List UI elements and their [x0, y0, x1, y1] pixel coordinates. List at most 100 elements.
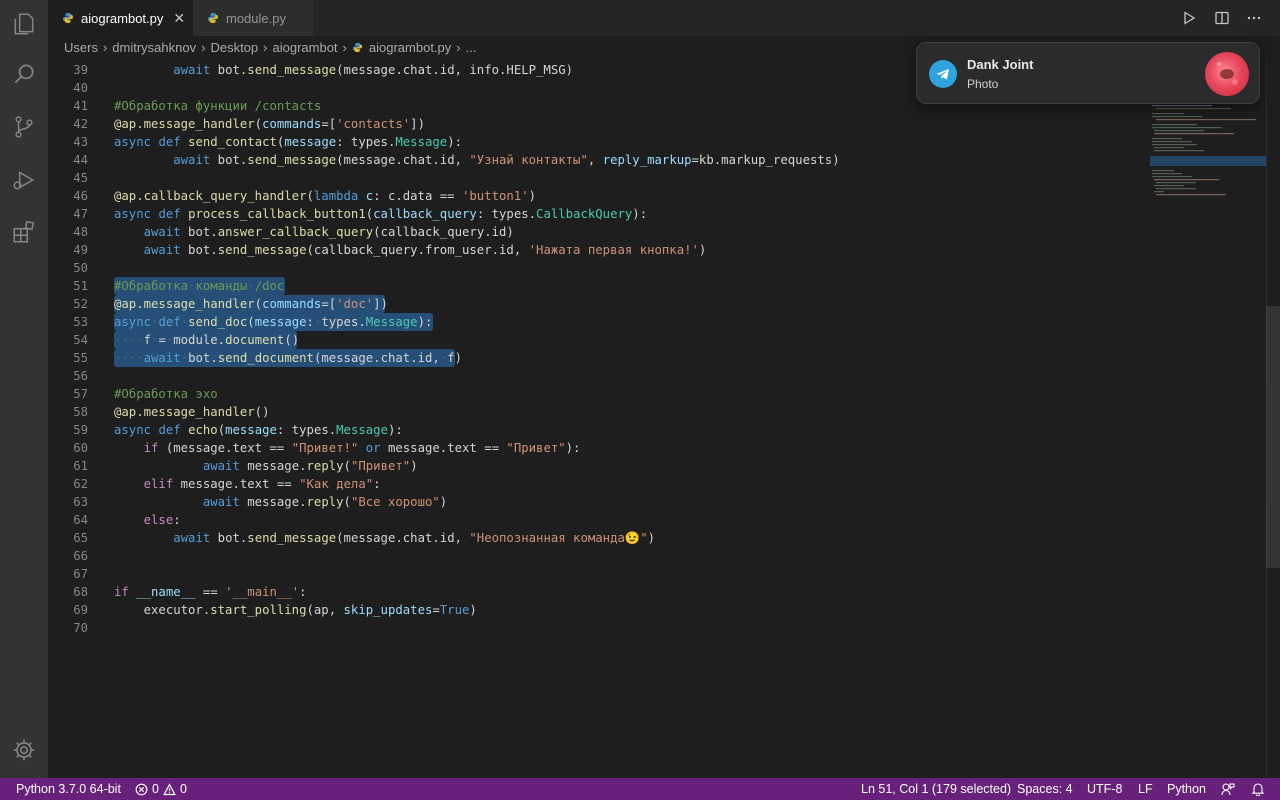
code-line: 49 await bot.send_message(callback_query…: [48, 241, 1148, 259]
tab-bar: aiogrambot.py ✕ module.py: [48, 0, 1280, 36]
extensions-icon[interactable]: [0, 208, 48, 256]
code-line: 48 await bot.answer_callback_query(callb…: [48, 223, 1148, 241]
indentation[interactable]: Spaces: 4: [1017, 778, 1073, 800]
code-line: 50: [48, 259, 1148, 277]
split-editor-icon[interactable]: [1212, 8, 1232, 28]
language-mode[interactable]: Python: [1167, 778, 1206, 800]
search-icon[interactable]: [0, 50, 48, 98]
status-bar: Python 3.7.0 64-bit 0 0 Ln 51, Col 1 (17…: [0, 778, 1280, 800]
code-text: @ap.message_handler(commands=['doc']): [114, 297, 388, 311]
vertical-scrollbar[interactable]: [1266, 306, 1280, 568]
line-number: 70: [73, 621, 88, 635]
code-line: 42 @ap.message_handler(commands=['contact…: [48, 115, 1148, 133]
tab-aiogrambot[interactable]: aiogrambot.py ✕: [48, 0, 193, 36]
code-line: 45: [48, 169, 1148, 187]
error-count: 0: [152, 782, 159, 796]
code-line: 61 await message.reply("Привет"): [48, 457, 1148, 475]
problems-indicator[interactable]: 0 0: [135, 778, 187, 800]
code-text: await bot.answer_callback_query(callback…: [143, 225, 514, 239]
telegram-notification[interactable]: Dank Joint Photo: [916, 42, 1260, 104]
code-line: 66: [48, 547, 1148, 565]
code-text: await bot.send_message(message.chat.id, …: [173, 531, 655, 545]
tab-label: aiogrambot.py: [81, 10, 164, 26]
run-icon[interactable]: [1179, 8, 1199, 28]
line-number: 44: [73, 153, 88, 167]
code-line: 55 ····await·bot.send_document(message.ch…: [48, 349, 1148, 367]
code-text: async def send_contact(message: types.Me…: [114, 135, 463, 149]
line-ending[interactable]: LF: [1138, 778, 1153, 800]
line-number: 47: [73, 207, 88, 221]
line-number: 62: [73, 477, 88, 491]
warning-icon: [163, 782, 176, 795]
code-text: await bot.send_message(callback_query.fr…: [143, 243, 707, 257]
breadcrumb-symbol[interactable]: ...: [466, 40, 477, 55]
code-editor[interactable]: 39 await bot.send_message(message.chat.i…: [48, 58, 1280, 778]
breadcrumb-users[interactable]: Users: [64, 40, 98, 55]
chevron-right-icon: ›: [456, 39, 461, 55]
notification-subtitle: Photo: [967, 77, 999, 91]
code-line: 62 elif message.text == "Как дела":: [48, 475, 1148, 493]
tab-module[interactable]: module.py: [193, 0, 313, 36]
line-number: 59: [73, 423, 88, 437]
chevron-right-icon: ›: [201, 39, 206, 55]
python-file-icon: [63, 13, 73, 23]
minimap[interactable]: [1150, 100, 1266, 200]
code-text: if (message.text == "Привет!" or message…: [143, 441, 581, 455]
notification-title: Dank Joint: [967, 57, 1034, 72]
line-number: 57: [73, 387, 88, 401]
notification-photo-thumbnail: [1205, 52, 1249, 96]
source-control-icon[interactable]: [0, 103, 48, 151]
line-number: 68: [73, 585, 88, 599]
activity-bar: [0, 0, 48, 778]
explorer-icon[interactable]: [0, 0, 48, 48]
settings-gear-icon[interactable]: [0, 726, 48, 774]
code-text: @ap.message_handler(commands=['contacts'…: [114, 117, 425, 131]
chevron-right-icon: ›: [263, 39, 268, 55]
code-line: 51 #Обработка·команды·/doc: [48, 277, 1148, 295]
code-line: 58 @ap.message_handler(): [48, 403, 1148, 421]
python-interpreter[interactable]: Python 3.7.0 64-bit: [16, 778, 121, 800]
code-line: 47 async def process_callback_button1(cal…: [48, 205, 1148, 223]
line-number: 43: [73, 135, 88, 149]
code-text: @ap.callback_query_handler(lambda c: c.d…: [114, 189, 537, 203]
notifications-bell-icon[interactable]: [1251, 778, 1265, 800]
line-number: 45: [73, 171, 88, 185]
code-line: 46 @ap.callback_query_handler(lambda c: c…: [48, 187, 1148, 205]
code-text: #Обработка эхо: [114, 387, 218, 401]
run-debug-icon[interactable]: [0, 156, 48, 204]
code-line: 63 await message.reply("Все хорошо"): [48, 493, 1148, 511]
code-line: 64 else:: [48, 511, 1148, 529]
line-number: 56: [73, 369, 88, 383]
cursor-position[interactable]: Ln 51, Col 1 (179 selected): [861, 778, 1011, 800]
line-number: 39: [73, 63, 88, 77]
code-line: 43 async def send_contact(message: types.…: [48, 133, 1148, 151]
more-actions-icon[interactable]: [1244, 8, 1264, 28]
line-number: 63: [73, 495, 88, 509]
breadcrumb-desktop[interactable]: Desktop: [210, 40, 258, 55]
code-text: async def process_callback_button1(callb…: [114, 207, 648, 221]
line-number: 48: [73, 225, 88, 239]
feedback-icon[interactable]: [1221, 778, 1235, 800]
line-number: 42: [73, 117, 88, 131]
line-number: 52: [73, 297, 88, 311]
code-line: 57 #Обработка эхо: [48, 385, 1148, 403]
breadcrumb-user[interactable]: dmitrysahknov: [112, 40, 196, 55]
line-number: 40: [73, 81, 88, 95]
chevron-right-icon: ›: [102, 39, 108, 55]
encoding[interactable]: UTF-8: [1087, 778, 1122, 800]
code-text: ····await·bot.send_document(message.chat…: [114, 351, 463, 365]
line-number: 50: [73, 261, 88, 275]
code-text: await message.reply("Все хорошо"): [202, 495, 448, 509]
code-text: async def echo(message: types.Message):: [114, 423, 403, 437]
code-line: 54 ····f·=·module.document(): [48, 331, 1148, 349]
breadcrumb-file[interactable]: aiogrambot.py: [369, 40, 451, 55]
line-number: 51: [73, 279, 88, 293]
code-line: 60 if (message.text == "Привет!" or mess…: [48, 439, 1148, 457]
code-text: await message.reply("Привет"): [202, 459, 418, 473]
code-line: 65 await bot.send_message(message.chat.i…: [48, 529, 1148, 547]
code-text: ····f·=·module.document(): [114, 333, 300, 347]
tab-label: module.py: [226, 10, 286, 26]
close-icon[interactable]: ✕: [173, 10, 185, 27]
code-text: await bot.send_message(message.chat.id, …: [173, 63, 574, 77]
breadcrumb-folder[interactable]: aiogrambot: [273, 40, 338, 55]
